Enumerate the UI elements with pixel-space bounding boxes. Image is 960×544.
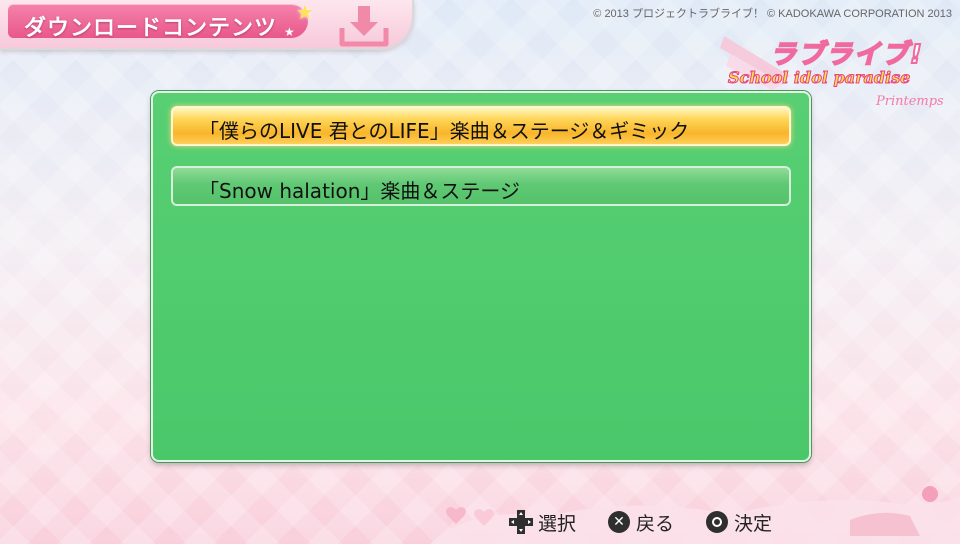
select-label: 選択 <box>538 512 577 535</box>
select-control[interactable]: 選択 <box>508 509 576 536</box>
page-title: ダウンロードコンテンツ <box>24 15 278 40</box>
circle-button-icon <box>704 509 730 535</box>
dlc-item-boku-live[interactable]: 「僕らのLIVE 君とのLIFE」楽曲＆ステージ＆ギミック <box>171 106 791 146</box>
logo-english: School idol paradise <box>727 68 911 88</box>
logo-japanese: ラブライブ! <box>769 39 924 71</box>
dlc-item-label: 「Snow halation」楽曲＆ステージ <box>199 179 520 203</box>
star-icon: ★ <box>296 0 314 24</box>
dlc-item-label: 「僕らのLIVE 君とのLIFE」楽曲＆ステージ＆ギミック <box>199 119 690 143</box>
confirm-control[interactable]: 決定 <box>704 509 772 536</box>
header-title-bar: ダウンロードコンテンツ <box>8 4 308 40</box>
confirm-label: 決定 <box>734 512 773 535</box>
footer-controls: 選択 ✕ 戻る 決定 <box>508 508 802 536</box>
dpad-icon <box>508 509 534 535</box>
dlc-list-panel: 「僕らのLIVE 君とのLIFE」楽曲＆ステージ＆ギミック 「Snow hala… <box>151 91 811 462</box>
star-icon: ★ <box>284 25 295 39</box>
logo-subtitle: Printemps <box>876 94 944 109</box>
dlc-item-snow-halation[interactable]: 「Snow halation」楽曲＆ステージ <box>171 166 791 206</box>
back-label: 戻る <box>636 512 675 535</box>
download-tray-icon <box>339 6 389 47</box>
header-tab: ダウンロードコンテンツ ★ ★ <box>0 0 414 50</box>
back-control[interactable]: ✕ 戻る <box>606 509 674 536</box>
cross-button-icon: ✕ <box>606 509 632 535</box>
copyright-text: © 2013 プロジェクトラブライブ！ © KADOKAWA CORPORATI… <box>593 8 952 20</box>
